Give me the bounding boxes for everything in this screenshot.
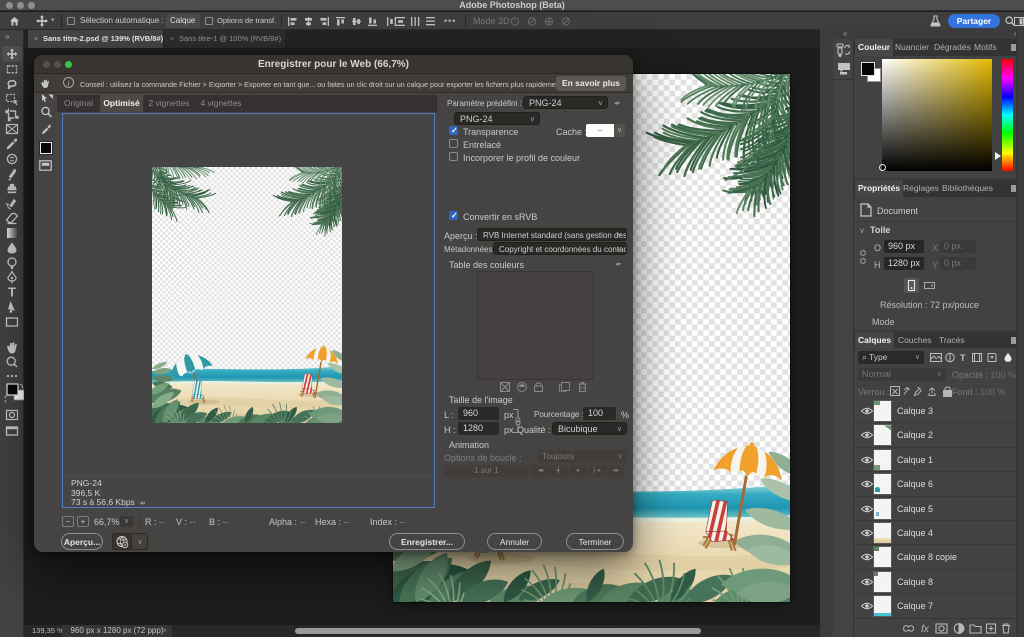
svg-text:fx: fx	[921, 624, 930, 635]
svg-text:T: T	[960, 353, 966, 363]
svg-text:T: T	[8, 285, 16, 300]
